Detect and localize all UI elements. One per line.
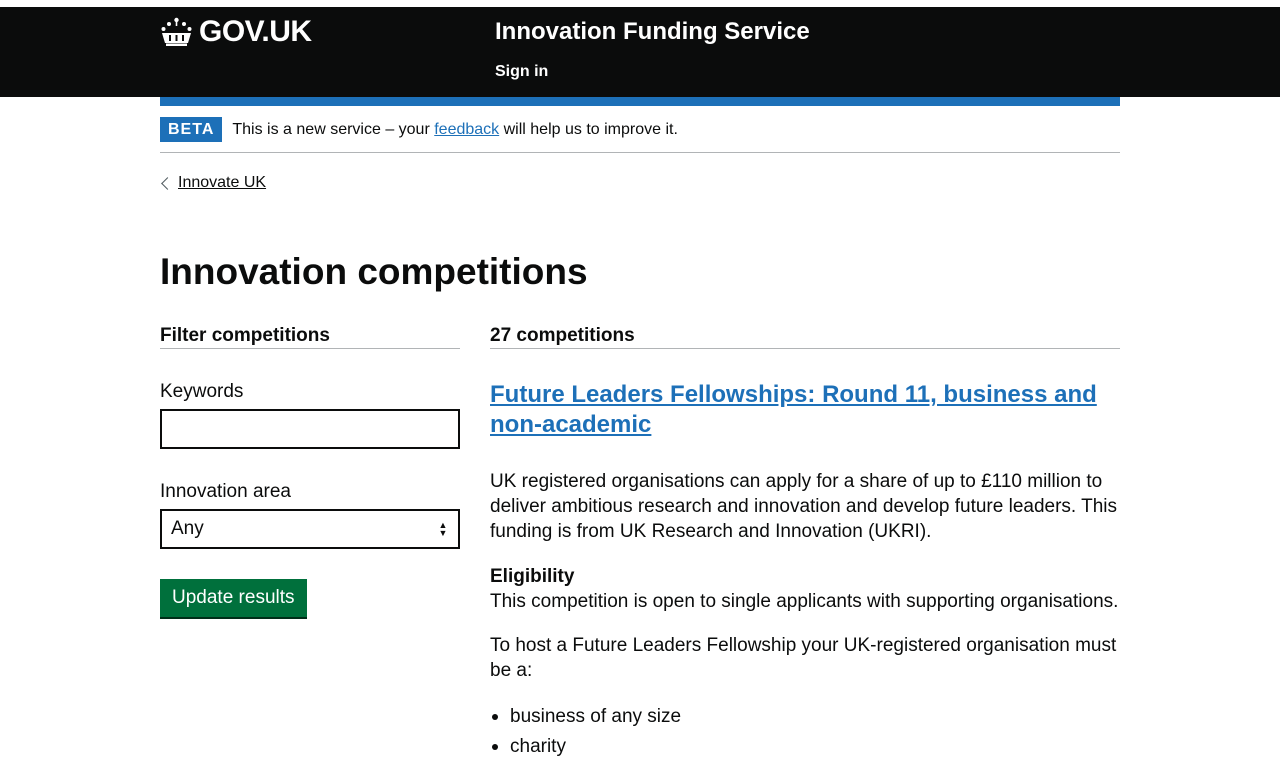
- page-title: Innovation competitions: [160, 251, 588, 292]
- breadcrumb: Innovate UK: [160, 173, 266, 193]
- filter-panel: Filter competitions Keywords Innovation …: [160, 324, 460, 617]
- update-results-button[interactable]: Update results: [160, 579, 307, 617]
- results-count: 27 competitions: [490, 324, 1120, 349]
- feedback-link[interactable]: feedback: [434, 121, 499, 138]
- innovation-area-value: Any: [171, 518, 204, 539]
- eligibility-text: This competition is open to single appli…: [490, 591, 1119, 612]
- competition-title-link[interactable]: Future Leaders Fellowships: Round 11, bu…: [490, 380, 1120, 440]
- list-item: charity: [490, 732, 681, 762]
- keywords-input[interactable]: [160, 409, 460, 449]
- list-item: business of any size: [490, 702, 681, 732]
- filter-title: Filter competitions: [160, 324, 460, 349]
- govuk-logo-link[interactable]: GOV.UK: [160, 16, 312, 48]
- innovation-area-select[interactable]: Any ▲ ▼: [160, 509, 460, 549]
- phase-text-before: This is a new service – your: [232, 120, 435, 138]
- host-requirement-text: To host a Future Leaders Fellowship your…: [490, 635, 1117, 681]
- logo-text: GOV.UK: [199, 15, 312, 48]
- select-arrows-icon: ▲ ▼: [438, 519, 448, 538]
- keywords-label: Keywords: [160, 381, 244, 402]
- results-panel: 27 competitions Future Leaders Fellowshi…: [490, 324, 1120, 757]
- service-name-link[interactable]: Innovation Funding Service: [495, 18, 810, 46]
- phase-banner-text: This is a new service – your feedback wi…: [232, 120, 678, 140]
- beta-tag: BETA: [160, 117, 223, 142]
- innovation-area-label: Innovation area: [160, 481, 291, 502]
- phase-text-after: will help us to improve it.: [499, 120, 678, 138]
- top-strip: [0, 0, 1280, 7]
- phase-banner: BETA This is a new service – your feedba…: [160, 117, 1120, 142]
- eligibility-list: business of any size charity: [490, 702, 681, 762]
- sign-in-link[interactable]: Sign in: [495, 62, 548, 82]
- phase-divider: [160, 152, 1120, 153]
- crown-icon: [161, 17, 192, 46]
- eligibility-heading: Eligibility: [490, 566, 575, 587]
- chevron-left-icon: [161, 176, 174, 190]
- header-blue-bar: [160, 97, 1120, 106]
- breadcrumb-innovate-uk-link[interactable]: Innovate UK: [178, 173, 266, 193]
- site-header: GOV.UK Innovation Funding Service Sign i…: [0, 7, 1280, 97]
- competition-description: UK registered organisations can apply fo…: [490, 471, 1118, 542]
